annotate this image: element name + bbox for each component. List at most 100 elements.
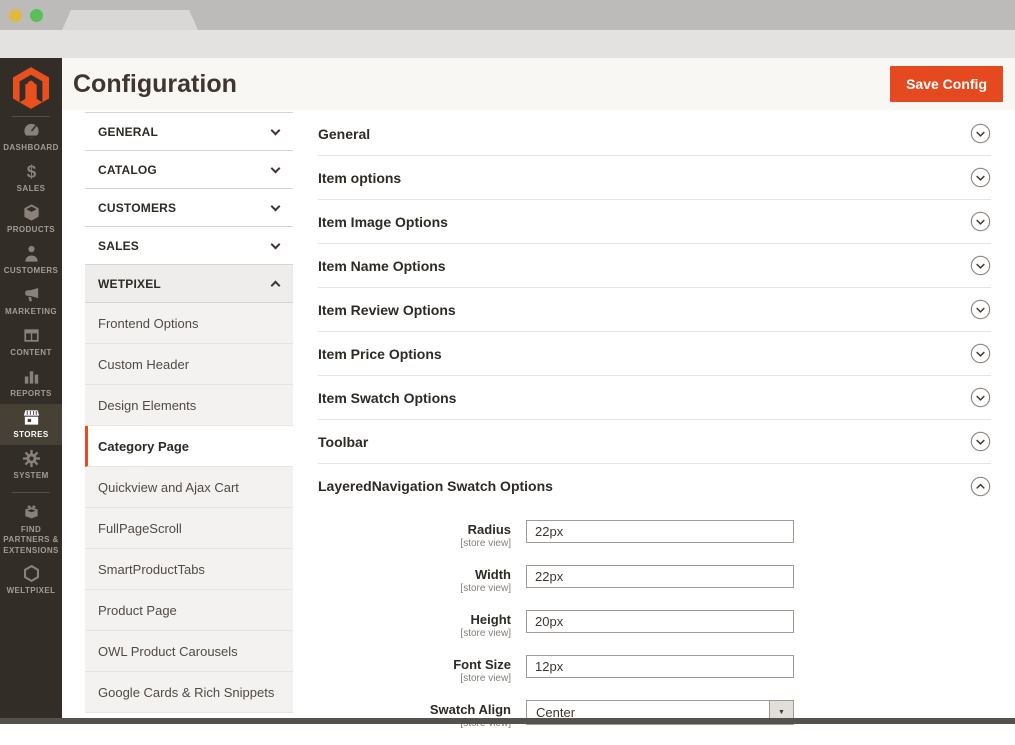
config-nav-item-custom-header[interactable]: Custom Header bbox=[85, 344, 293, 385]
storefront-icon bbox=[22, 408, 41, 427]
config-nav-item-google-cards[interactable]: Google Cards & Rich Snippets bbox=[85, 672, 293, 713]
section-general[interactable]: General bbox=[318, 112, 991, 156]
radius-input[interactable] bbox=[526, 520, 794, 543]
layout-icon bbox=[22, 326, 41, 345]
sidebar-item-products[interactable]: PRODUCTS bbox=[0, 199, 62, 240]
collapse-chevron-down-icon bbox=[970, 387, 991, 408]
box-icon bbox=[22, 203, 41, 222]
sidebar-item-dashboard[interactable]: DASHBOARD bbox=[0, 117, 62, 158]
height-input[interactable] bbox=[526, 610, 794, 633]
sidebar-item-find-partners[interactable]: FIND PARTNERS & EXTENSIONS bbox=[0, 499, 62, 560]
section-layerednavigation-swatch-options[interactable]: LayeredNavigation Swatch Options bbox=[318, 464, 991, 508]
page-title: Configuration bbox=[73, 70, 237, 99]
sidebar-item-label: REPORTS bbox=[10, 389, 51, 399]
window-bottom-edge bbox=[0, 718, 1015, 724]
nav-item-label: OWL Product Carousels bbox=[98, 644, 238, 659]
field-width: Width [store view] bbox=[318, 565, 991, 594]
window-titlebar bbox=[0, 0, 1015, 30]
sidebar-item-weltpixel[interactable]: WELTPIXEL bbox=[0, 560, 62, 601]
app-frame: DASHBOARD $ SALES PRODUCTS CUSTOMERS MAR… bbox=[0, 58, 1015, 718]
sidebar-item-system[interactable]: SYSTEM bbox=[0, 445, 62, 486]
window-zoom-button[interactable] bbox=[30, 9, 43, 22]
person-icon bbox=[22, 244, 41, 263]
section-title: Item Name Options bbox=[318, 258, 446, 274]
nav-item-label: SmartProductTabs bbox=[98, 562, 205, 577]
sidebar-item-customers[interactable]: CUSTOMERS bbox=[0, 240, 62, 281]
section-item-price-options[interactable]: Item Price Options bbox=[318, 332, 991, 376]
collapse-chevron-down-icon bbox=[970, 255, 991, 276]
magento-logo-icon bbox=[12, 66, 50, 110]
field-height: Height [store view] bbox=[318, 610, 991, 639]
section-title: LayeredNavigation Swatch Options bbox=[318, 478, 553, 494]
config-nav-item-product-page[interactable]: Product Page bbox=[85, 590, 293, 631]
config-nav-group-catalog[interactable]: CATALOG bbox=[85, 151, 293, 189]
config-nav-group-sales[interactable]: SALES bbox=[85, 227, 293, 265]
font-size-input[interactable] bbox=[526, 655, 794, 678]
field-name: Swatch Align bbox=[318, 703, 511, 718]
window-minimize-button[interactable] bbox=[9, 9, 22, 22]
svg-text:$: $ bbox=[26, 163, 36, 181]
config-nav-group-wetpixel[interactable]: WETPIXEL bbox=[85, 265, 293, 303]
field-name: Font Size bbox=[318, 658, 511, 673]
megaphone-icon bbox=[22, 285, 41, 304]
collapse-chevron-down-icon bbox=[970, 431, 991, 452]
section-title: Item options bbox=[318, 170, 401, 186]
group-label: SALES bbox=[98, 239, 139, 253]
config-nav-item-quickview[interactable]: Quickview and Ajax Cart bbox=[85, 467, 293, 508]
section-item-image-options[interactable]: Item Image Options bbox=[318, 200, 991, 244]
dollar-icon: $ bbox=[22, 162, 41, 181]
nav-item-label: Category Page bbox=[98, 439, 189, 454]
browser-toolbar bbox=[0, 30, 1015, 58]
chevron-down-icon bbox=[271, 201, 281, 211]
width-input[interactable] bbox=[526, 565, 794, 588]
sidebar-item-label: SYSTEM bbox=[13, 471, 48, 481]
brick-icon bbox=[22, 503, 41, 522]
field-label: Font Size [store view] bbox=[318, 655, 526, 684]
config-nav-item-category-page[interactable]: Category Page bbox=[85, 426, 293, 467]
collapse-chevron-down-icon bbox=[970, 299, 991, 320]
section-item-name-options[interactable]: Item Name Options bbox=[318, 244, 991, 288]
collapse-chevron-down-icon bbox=[970, 123, 991, 144]
sidebar-item-sales[interactable]: $ SALES bbox=[0, 158, 62, 199]
layerednavigation-fields: Radius [store view] Width [store view] bbox=[318, 520, 991, 729]
section-item-review-options[interactable]: Item Review Options bbox=[318, 288, 991, 332]
config-nav-item-owl-carousels[interactable]: OWL Product Carousels bbox=[85, 631, 293, 672]
sidebar-item-label: CUSTOMERS bbox=[4, 266, 59, 276]
sidebar-item-label: PRODUCTS bbox=[7, 225, 55, 235]
sidebar-item-content[interactable]: CONTENT bbox=[0, 322, 62, 363]
sidebar-item-label: WELTPIXEL bbox=[7, 586, 56, 596]
nav-item-label: Quickview and Ajax Cart bbox=[98, 480, 239, 495]
field-swatch-align: Swatch Align [store view] Center ▼ bbox=[318, 700, 991, 729]
section-item-options[interactable]: Item options bbox=[318, 156, 991, 200]
sidebar-item-label: FIND PARTNERS & EXTENSIONS bbox=[1, 525, 61, 556]
sidebar-item-label: STORES bbox=[13, 430, 48, 440]
collapse-chevron-down-icon bbox=[970, 211, 991, 232]
config-nav-group-general[interactable]: GENERAL bbox=[85, 113, 293, 151]
field-scope: [store view] bbox=[318, 673, 511, 684]
browser-tab[interactable] bbox=[62, 10, 198, 30]
field-font-size: Font Size [store view] bbox=[318, 655, 991, 684]
admin-sidebar: DASHBOARD $ SALES PRODUCTS CUSTOMERS MAR… bbox=[0, 58, 62, 718]
section-item-swatch-options[interactable]: Item Swatch Options bbox=[318, 376, 991, 420]
magento-logo[interactable] bbox=[0, 58, 62, 117]
section-title: Item Image Options bbox=[318, 214, 448, 230]
collapse-chevron-up-icon bbox=[970, 476, 991, 497]
config-nav-item-design-elements[interactable]: Design Elements bbox=[85, 385, 293, 426]
config-nav-item-fullpagescroll[interactable]: FullPageScroll bbox=[85, 508, 293, 549]
field-scope: [store view] bbox=[318, 538, 511, 549]
save-config-button[interactable]: Save Config bbox=[890, 66, 1003, 102]
sidebar-item-marketing[interactable]: MARKETING bbox=[0, 281, 62, 322]
section-toolbar[interactable]: Toolbar bbox=[318, 420, 991, 464]
sidebar-item-label: CONTENT bbox=[10, 348, 51, 358]
field-label: Height [store view] bbox=[318, 610, 526, 639]
config-nav-item-smartproducttabs[interactable]: SmartProductTabs bbox=[85, 549, 293, 590]
config-nav-item-frontend-options[interactable]: Frontend Options bbox=[85, 303, 293, 344]
sidebar-divider bbox=[12, 492, 50, 493]
sidebar-item-reports[interactable]: REPORTS bbox=[0, 363, 62, 404]
section-title: Item Review Options bbox=[318, 302, 456, 318]
config-nav-group-customers[interactable]: CUSTOMERS bbox=[85, 189, 293, 227]
gear-icon bbox=[22, 449, 41, 468]
field-label: Width [store view] bbox=[318, 565, 526, 594]
sidebar-item-stores[interactable]: STORES bbox=[0, 404, 62, 445]
field-scope: [store view] bbox=[318, 583, 511, 594]
